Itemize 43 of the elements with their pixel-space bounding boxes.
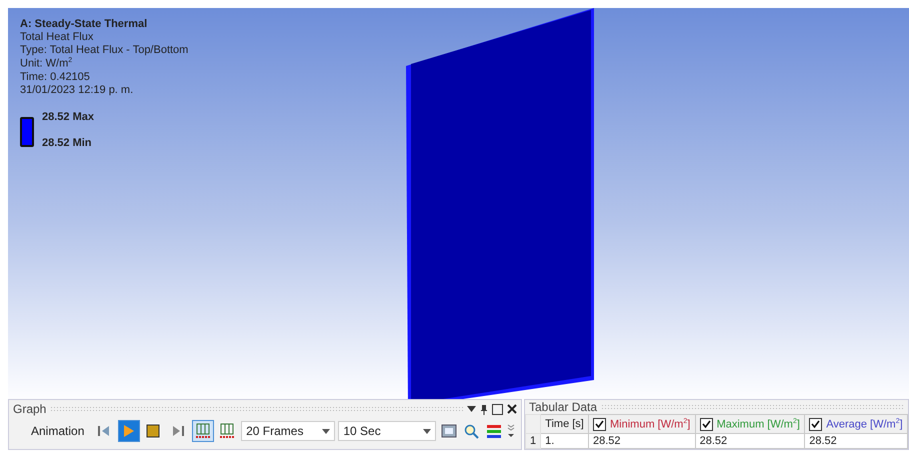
panel-title: Tabular Data — [529, 400, 598, 414]
annotation-line: 31/01/2023 12:19 p. m. — [20, 84, 134, 96]
3d-viewport[interactable]: A: Steady-State Thermal Total Heat Flux Type: Total Heat Flux - Top/Bottom Unit: W/m$^{2}$ Time: 0.42105 31/01/2023 12:19 p. m. 28.52 Max 28.52 Min — [8, 8, 909, 399]
table-cell: 28.52 — [804, 434, 908, 448]
annotation-line: Unit: W/m$^{2}$ — [20, 57, 74, 70]
annotation-line: Time: 0.42105 — [20, 70, 91, 83]
table-cell: 1. — [540, 434, 588, 448]
annotation-line: Type: Total Heat Flux - Top/Bottom — [20, 44, 188, 56]
column-header[interactable]: Minimum [W/m$^{2}$] — [588, 414, 696, 434]
dropdown-caret-icon — [322, 428, 330, 434]
dropdown-caret-icon[interactable] — [467, 406, 476, 412]
skip-forward-icon — [171, 425, 186, 437]
column-checkbox[interactable] — [700, 418, 713, 430]
duration-dropdown[interactable]: 10 Sec — [338, 421, 436, 441]
color-grid-icon[interactable] — [487, 424, 502, 438]
analysis-title: A: Steady-State Thermal — [20, 18, 148, 30]
dropdown-caret-icon — [423, 428, 432, 434]
legend-color-bar — [20, 116, 34, 147]
column-header[interactable]: Average [W/m$^{2}$] — [804, 414, 908, 434]
view-mode-button[interactable] — [192, 420, 214, 442]
columns-icon — [219, 423, 236, 439]
film-export-icon[interactable] — [441, 424, 458, 438]
legend-min-label: 28.52 Min — [42, 136, 93, 149]
zoom-icon[interactable] — [464, 424, 480, 438]
overflow-chevron-icon[interactable] — [507, 424, 515, 438]
legend-max-label: 28.52 Max — [42, 110, 94, 123]
table-cell: 28.52 — [588, 434, 696, 448]
toolbar-label: Animation — [31, 424, 84, 438]
skip-back-icon — [97, 425, 112, 437]
row-number: 1 — [526, 434, 541, 448]
table-cell: 28.52 — [695, 434, 805, 448]
column-checkbox[interactable] — [809, 418, 822, 430]
column-header[interactable]: Time [s] — [540, 414, 588, 434]
stop-icon — [146, 424, 160, 438]
play-icon — [122, 424, 135, 438]
annotation-line: Total Heat Flux — [20, 31, 94, 43]
maximize-icon[interactable] — [492, 404, 503, 414]
close-icon[interactable] — [507, 404, 517, 414]
pin-icon[interactable] — [480, 404, 488, 414]
column-checkbox[interactable] — [593, 418, 606, 430]
frames-dropdown[interactable]: 20 Frames — [241, 421, 336, 441]
panel-title: Graph — [13, 402, 46, 416]
columns-icon — [194, 423, 211, 439]
